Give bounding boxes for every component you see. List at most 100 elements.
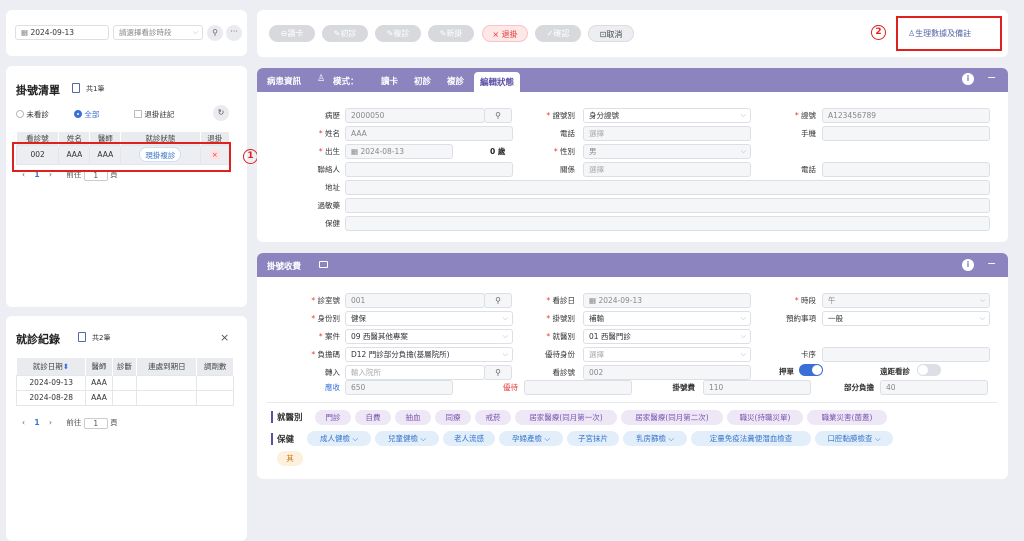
search-card: ▦ 2024-09-13 請選擇看診時段 ⌵ ⚲ ···: [6, 10, 247, 56]
visit-type-chip[interactable]: 門診: [315, 410, 351, 425]
discount-amount-input[interactable]: [524, 380, 632, 395]
reg-fee-input[interactable]: 110: [703, 380, 811, 395]
visit-date-input[interactable]: ▦ 2024-09-13: [583, 293, 751, 308]
id-input[interactable]: A123456789: [822, 108, 990, 123]
registration-list-card: 掛號清單 共1筆 未看診 全部 退掛註記 ↻ 看診號 姓名 醫師 就診狀態 退掛 002…: [6, 66, 247, 307]
collapse-icon[interactable]: −: [987, 257, 996, 270]
vitals-button[interactable]: ♙生理數據及備註: [908, 28, 971, 39]
birth-input[interactable]: ▦ 2024-08-13: [345, 144, 453, 159]
period-select[interactable]: 請選擇看診時段 ⌵: [113, 25, 203, 40]
withdraw-button[interactable]: × 退掛: [482, 25, 528, 42]
goto-page-input[interactable]: 1: [83, 417, 108, 429]
room-search-button[interactable]: ⚲: [484, 293, 512, 308]
visit-type-chip[interactable]: 居家醫療(同月第一次): [515, 410, 617, 425]
table-row[interactable]: 2024-08-28 AAA: [15, 389, 234, 406]
refresh-button[interactable]: ↻: [213, 105, 229, 121]
new-reg-button[interactable]: ✎新掛: [428, 25, 474, 42]
search-button[interactable]: ⚲: [207, 25, 223, 41]
filter-all[interactable]: 全部: [74, 109, 99, 120]
annotation-badge-2: 2: [871, 25, 886, 40]
case-select[interactable]: 09 西醫其他專案 ⌵: [345, 329, 513, 344]
visit-type-chip[interactable]: 居家醫療(同月第二次): [621, 410, 723, 425]
visit-type-chip[interactable]: 職災(持職災單): [727, 410, 803, 425]
read-card-button[interactable]: ⊖讀卡: [269, 25, 315, 42]
info-icon[interactable]: i: [962, 259, 974, 271]
referral-search-button[interactable]: ⚲: [484, 365, 512, 380]
other-chip[interactable]: 其: [277, 451, 303, 466]
health-chip[interactable]: 子宮抹片: [567, 431, 619, 446]
card-seq-input[interactable]: [822, 347, 990, 362]
reg-type-select[interactable]: 補輸 ⌵: [583, 311, 751, 326]
allergy-input[interactable]: [345, 198, 990, 213]
referral-input[interactable]: 輸入院所: [345, 365, 485, 380]
discount-select[interactable]: 選擇 ⌵: [583, 347, 751, 362]
health-chip[interactable]: 老人流感: [443, 431, 495, 446]
deposit-toggle[interactable]: [799, 364, 823, 376]
dept-select[interactable]: 01 西醫門診 ⌵: [583, 329, 751, 344]
contact-phone-input[interactable]: [822, 162, 990, 177]
visit-title: 就診紀錄: [16, 333, 60, 346]
close-icon[interactable]: ×: [220, 331, 229, 344]
table-row[interactable]: 2024-09-13 AAA: [15, 374, 234, 391]
cancel-button[interactable]: ⊡取消: [588, 25, 634, 42]
age-text: 0 歲: [490, 147, 506, 156]
collapse-icon[interactable]: −: [987, 71, 996, 84]
first-visit-button[interactable]: ✎初診: [322, 25, 368, 42]
visit-type-chip[interactable]: 職業災害(菌蓋): [807, 410, 887, 425]
health-chip[interactable]: 口腔黏膜檢查 ⌵: [815, 431, 893, 446]
health-chip[interactable]: 乳房篩檢 ⌵: [623, 431, 687, 446]
sex-select[interactable]: 男 ⌵: [583, 144, 751, 159]
health-chip[interactable]: 兒童健檢 ⌵: [375, 431, 439, 446]
contact-input[interactable]: [345, 162, 513, 177]
info-icon[interactable]: i: [962, 73, 974, 85]
relation-input[interactable]: 選擇: [583, 162, 751, 177]
mobile-input[interactable]: [822, 126, 990, 141]
address-input[interactable]: [345, 180, 990, 195]
phone-input[interactable]: 選擇: [583, 126, 751, 141]
revisit-button[interactable]: ✎複診: [375, 25, 421, 42]
chart-search-button[interactable]: ⚲: [484, 108, 512, 123]
visit-type-chip[interactable]: 同療: [435, 410, 471, 425]
discount-label: 優待身份: [545, 350, 575, 359]
identity-select[interactable]: 健保 ⌵: [345, 311, 513, 326]
id-type-select[interactable]: 身分證號 ⌵: [583, 108, 751, 123]
health-chip[interactable]: 定量免疫法糞便潛血檢查: [691, 431, 811, 446]
chevron-down-icon: ⌵: [740, 314, 746, 322]
note-label: 保健: [325, 219, 340, 228]
mode-edit-status[interactable]: 編輯狀態: [474, 72, 521, 92]
chart-no-input[interactable]: 2000050: [345, 108, 485, 123]
identity-label: * 身份別: [311, 314, 340, 323]
copay-select[interactable]: D12 門診部分負擔(基層院所) ⌵: [345, 347, 513, 362]
confirm-button[interactable]: ✓確認: [535, 25, 581, 42]
mode-first-visit[interactable]: 初診: [414, 75, 431, 87]
mode-read-card[interactable]: 讀卡: [381, 75, 398, 87]
patient-header-title: 病患資訊: [267, 77, 302, 87]
filter-withdrawn[interactable]: 退掛註記: [134, 109, 174, 120]
name-input[interactable]: AAA: [345, 126, 513, 141]
partial-label: 部分負擔: [844, 383, 874, 392]
next-page-icon[interactable]: ›: [49, 418, 52, 427]
date-input[interactable]: ▦ 2024-09-13: [15, 25, 109, 40]
room-input[interactable]: 001: [345, 293, 485, 308]
appt-select[interactable]: 一般 ⌵: [822, 311, 990, 326]
period-field[interactable]: 午 ⌵: [822, 293, 990, 308]
health-chip[interactable]: 成人健檢 ⌵: [307, 431, 371, 446]
note-input[interactable]: [345, 216, 990, 231]
search-icon: ⚲: [495, 111, 501, 120]
health-chip[interactable]: 孕婦產檢 ⌵: [499, 431, 563, 446]
seq-input[interactable]: 002: [583, 365, 751, 380]
partial-input[interactable]: 40: [880, 380, 988, 395]
visit-type-chip[interactable]: 抽血: [395, 410, 431, 425]
remote-toggle[interactable]: [917, 364, 941, 376]
contact-label: 聯絡人: [317, 165, 341, 174]
sort-icon[interactable]: ⬍: [63, 362, 69, 371]
more-button[interactable]: ···: [226, 25, 242, 41]
visit-type-chip[interactable]: 戒菸: [475, 410, 511, 425]
visit-type-chip[interactable]: 自費: [355, 410, 391, 425]
chevron-down-icon: ⌵: [979, 296, 985, 304]
prev-page-icon[interactable]: ‹: [22, 418, 25, 427]
receivable-input[interactable]: 650: [345, 380, 453, 395]
mode-revisit[interactable]: 複診: [447, 75, 464, 87]
appt-label: 預約事項: [786, 314, 816, 323]
filter-not-seen[interactable]: 未看診: [16, 109, 49, 120]
